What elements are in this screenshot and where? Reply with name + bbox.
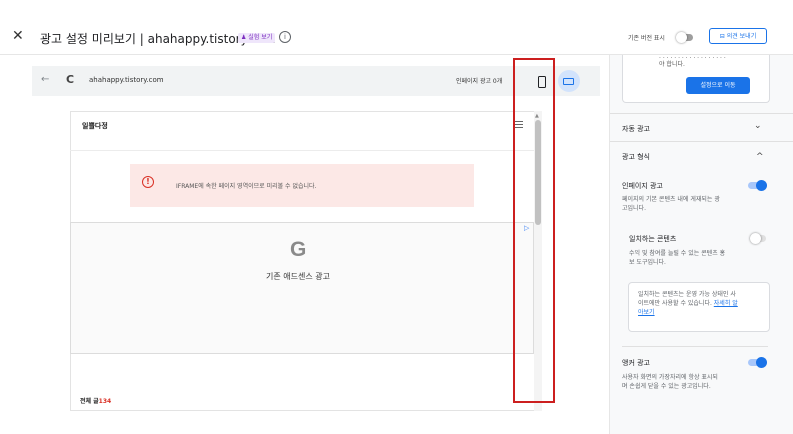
url-text: ahahappy.tistory.com [89,76,164,84]
auto-ads-heading[interactable]: 자동 광고 [622,124,650,134]
reload-icon[interactable]: C [66,73,74,86]
matched-content-toggle[interactable] [750,233,766,244]
toggle-knob [756,357,767,368]
iframe-error-text: IFRAME에 속한 페이지 영역이므로 미리볼 수 없습니다. [176,183,317,190]
back-arrow-icon[interactable]: ← [41,74,49,85]
learn-more-link[interactable]: 자세히 알 [714,300,738,307]
matched-content-desc-line2: 보 도구입니다. [629,259,666,266]
blog-header-divider [70,150,534,151]
chevron-up-icon[interactable]: ^ [756,152,764,162]
original-version-toggle[interactable] [676,32,693,43]
original-version-label: 기존 버전 표시 [628,35,665,42]
panel-divider [610,141,793,142]
anchor-ads-desc-line2: 며 손쉽게 닫을 수 있는 광고입니다. [622,383,711,390]
info-line1: 일치하는 콘텐츠는 운영 가능 상태인 사 [638,291,736,298]
matched-content-info-text: 일치하는 콘텐츠는 운영 가능 상태인 사 이트에만 사용할 수 있습니다. 자… [638,290,738,317]
google-logo-icon: G [290,238,307,261]
total-posts-label: 전체 글 [80,398,99,405]
toggle-knob [756,180,767,191]
panel-divider [610,113,793,114]
adsense-ad-label: 기존 애드센스 광고 [266,272,330,281]
feedback-button[interactable]: ⊟ 의견 보내기 [709,28,767,44]
error-icon: ! [142,176,154,188]
inpage-ad-count: 인페이지 광고 0개 [456,78,503,85]
experiment-badge: ♟ 실험 보기 [238,33,276,43]
total-posts: 전체 글134 [80,396,111,405]
inpage-ads-toggle[interactable] [748,180,767,191]
desktop-device-icon[interactable] [563,78,574,85]
matched-content-desc-line1: 수익 및 참여를 늘릴 수 있는 콘텐츠 홍 [629,250,726,257]
inpage-ads-desc-line2: 고입니다. [622,205,646,212]
anchor-ads-toggle[interactable] [748,357,767,368]
info-line2-text: 이트에만 사용할 수 있습니다. [638,300,714,307]
inpage-ads-desc-line1: 페이지의 기본 콘텐츠 내에 게재되는 광 [622,196,720,203]
total-posts-count: 134 [98,398,112,405]
chevron-down-icon[interactable]: ⌄ [754,121,762,131]
blog-title: 일쁠다정 [82,122,108,130]
learn-more-link-cont[interactable]: 아보기 [638,308,738,317]
toggle-knob [676,32,687,43]
anchor-ads-label: 앵커 광고 [622,359,650,367]
toggle-knob [750,233,761,244]
close-icon[interactable]: ✕ [12,29,24,43]
panel-divider [622,346,768,347]
notice-text-line2: 야 합니다. [659,61,685,68]
matched-content-label: 일치하는 콘텐츠 [629,235,677,243]
go-to-settings-button[interactable]: 설정으로 이동 [686,77,750,94]
ad-format-heading[interactable]: 광고 형식 [622,152,650,162]
anchor-ads-desc-line1: 사용자 화면의 가장자리에 항상 표시되 [622,374,718,381]
info-line2: 이트에만 사용할 수 있습니다. 자세히 알 [638,299,738,308]
info-icon[interactable]: i [279,31,291,43]
inpage-ads-label: 인페이지 광고 [622,182,663,190]
highlight-annotation [513,58,555,403]
